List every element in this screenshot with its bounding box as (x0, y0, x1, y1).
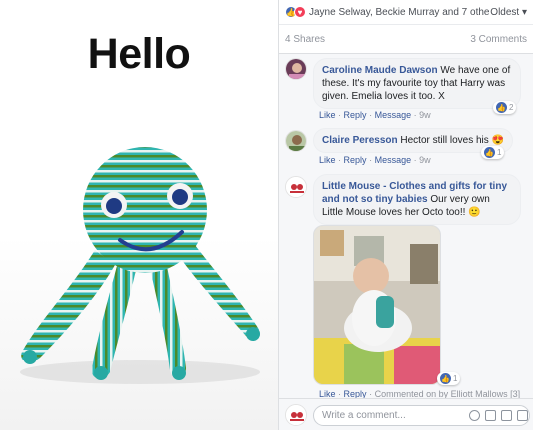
comment-reactions[interactable]: 👍 1 (481, 146, 505, 159)
composer-icons (469, 410, 528, 421)
like-reaction-icon: 👍 (484, 147, 495, 158)
heart-eyes-emoji: 😍 (491, 135, 504, 146)
like-link[interactable]: Like (319, 155, 336, 165)
comments-panel: 👍 ♥ Jayne Selway, Beckie Murray and 7 ot… (278, 0, 533, 430)
comment-actions: Like · Reply · Message · 9w (319, 110, 431, 120)
love-reaction-icon: ♥ (294, 6, 306, 18)
comment-author[interactable]: Claire Peresson (322, 135, 398, 146)
avatar[interactable] (285, 58, 307, 80)
comment-composer: Write a comment... (279, 398, 533, 430)
reply-link[interactable]: Reply (344, 110, 367, 120)
message-link[interactable]: Message (375, 155, 412, 165)
smile-emoji: 🙂 (468, 207, 481, 218)
gif-icon[interactable] (501, 410, 512, 421)
comment-count[interactable]: 3 Comments (470, 34, 527, 45)
reaction-icons: 👍 ♥ (285, 6, 306, 18)
share-count-row: 4 Shares 3 Comments (279, 24, 533, 54)
comment-bubble: Little Mouse - Clothes and gifts for tin… (313, 174, 521, 225)
octopus-toy-image (20, 147, 260, 384)
message-link[interactable]: Message (375, 110, 412, 120)
photo-reactions[interactable]: 👍 1 (437, 372, 461, 385)
emoji-icon[interactable] (469, 410, 480, 421)
comment-text: Hector still loves his (400, 135, 489, 146)
like-reaction-icon: 👍 (496, 102, 507, 113)
reaction-names[interactable]: Jayne Selway, Beckie Murray and 7 others (309, 7, 490, 18)
like-link[interactable]: Like (319, 110, 336, 120)
shares-link[interactable]: 4 Shares (285, 34, 325, 45)
sticker-icon[interactable] (517, 410, 528, 421)
comment-reactions[interactable]: 👍 2 (493, 101, 517, 114)
reply-link[interactable]: Reply (344, 155, 367, 165)
page-avatar (285, 404, 307, 426)
comment-timestamp[interactable]: 9w (419, 110, 431, 120)
reactions-summary[interactable]: 👍 ♥ Jayne Selway, Beckie Murray and 7 ot… (279, 0, 533, 24)
page-avatar[interactable] (285, 176, 307, 198)
comment-timestamp[interactable]: 9w (419, 155, 431, 165)
comment-bubble: Caroline Maude Dawson We have one of the… (313, 58, 521, 109)
camera-icon[interactable] (485, 410, 496, 421)
comment-author[interactable]: Caroline Maude Dawson (322, 65, 438, 76)
sort-dropdown[interactable]: Oldest ▾ (490, 7, 527, 18)
like-reaction-icon: 👍 (440, 373, 451, 384)
comment-actions: Like · Reply · Message · 9w (319, 155, 431, 165)
avatar[interactable] (285, 130, 307, 152)
post-photo[interactable]: Hello (0, 0, 278, 430)
comment-attached-photo[interactable] (313, 225, 441, 385)
